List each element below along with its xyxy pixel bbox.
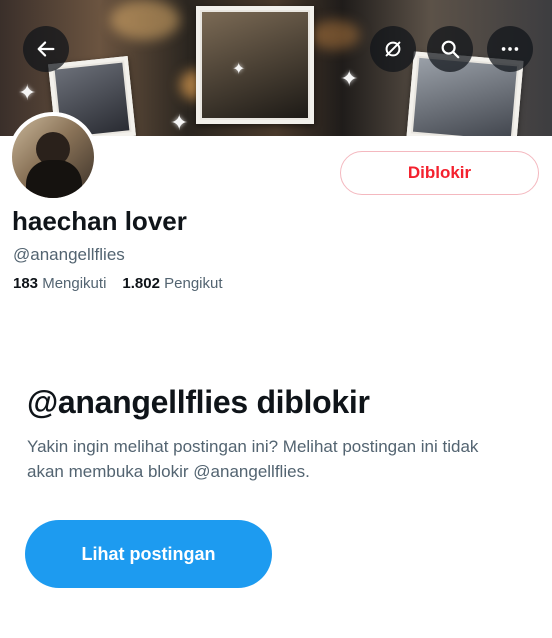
back-button[interactable] bbox=[23, 26, 69, 72]
sparkle-icon: ✦ bbox=[340, 66, 359, 91]
following-label: Mengikuti bbox=[42, 275, 107, 292]
banner-photo bbox=[196, 6, 314, 124]
more-button[interactable] bbox=[487, 26, 533, 72]
followers-link[interactable]: 1.802 Pengikut bbox=[122, 275, 222, 292]
sparkle-icon: ✦ bbox=[18, 80, 37, 105]
refresh-button[interactable] bbox=[370, 26, 416, 72]
sparkle-icon: ✦ bbox=[232, 61, 246, 78]
followers-label: Pengikut bbox=[164, 275, 223, 292]
display-name: haechan lover bbox=[12, 206, 187, 236]
view-posts-button[interactable]: Lihat postingan bbox=[25, 520, 272, 588]
following-count: 183 bbox=[13, 275, 39, 292]
follow-stats: 183 Mengikuti 1.802 Pengikut bbox=[13, 275, 223, 292]
following-link[interactable]: 183 Mengikuti bbox=[13, 275, 106, 292]
avatar[interactable] bbox=[8, 112, 98, 202]
blocked-description: Yakin ingin melihat postingan ini? Melih… bbox=[27, 437, 479, 481]
followers-count: 1.802 bbox=[122, 275, 160, 292]
refresh-slash-icon bbox=[385, 41, 401, 57]
blocked-button[interactable]: Diblokir bbox=[340, 151, 539, 195]
search-icon bbox=[441, 40, 460, 59]
profile-banner[interactable]: ✦ ✦ ✦ ✦ bbox=[0, 0, 552, 136]
blocked-title: @anangellflies diblokir bbox=[27, 384, 370, 420]
arrow-left-icon bbox=[37, 41, 55, 57]
sparkle-icon: ✦ bbox=[170, 110, 189, 135]
search-button[interactable] bbox=[427, 26, 473, 72]
profile-handle: @anangellflies bbox=[13, 245, 125, 264]
more-horizontal-icon bbox=[501, 47, 519, 51]
